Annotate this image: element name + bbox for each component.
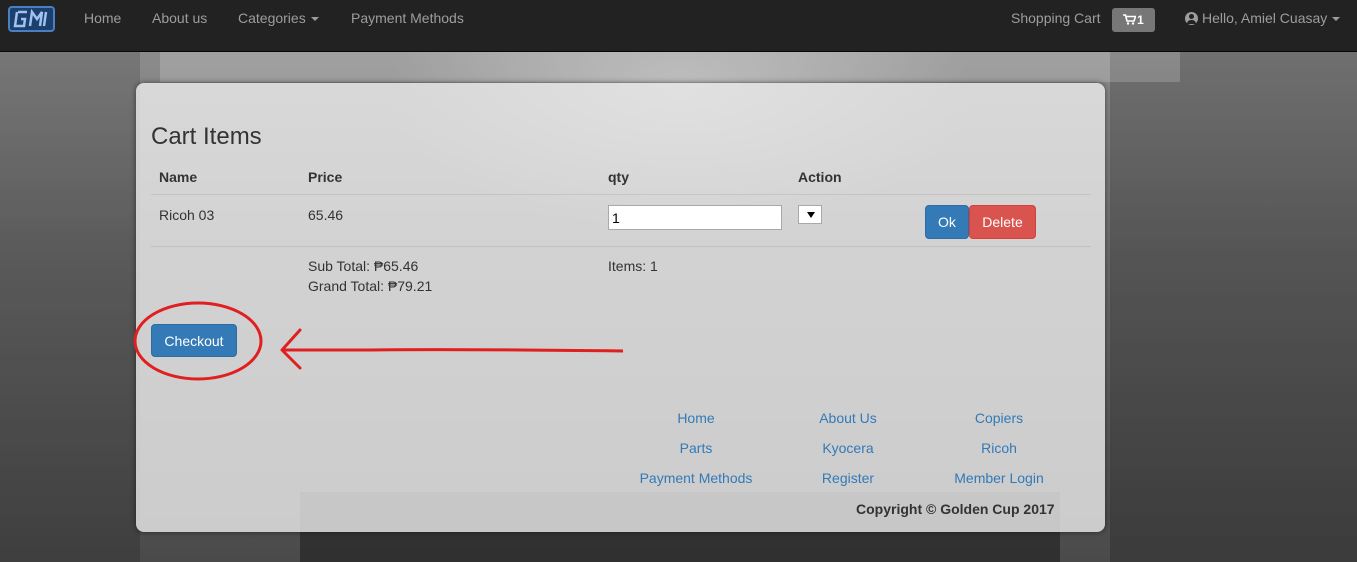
ok-button[interactable]: Ok (925, 205, 969, 239)
nav-about-link[interactable]: About us (152, 10, 207, 26)
column-header-price: Price (308, 169, 343, 185)
checkout-button[interactable]: Checkout (151, 324, 237, 357)
column-header-action: Action (798, 169, 842, 185)
table-divider (151, 246, 1091, 247)
nav-categories-dropdown[interactable]: Categories (238, 10, 319, 26)
user-greeting: Hello, Amiel Cuasay (1202, 10, 1328, 26)
footer-link-member-login[interactable]: Member Login (919, 470, 1079, 486)
item-price: 65.46 (308, 207, 344, 223)
shopping-cart-icon (1123, 8, 1137, 32)
page-title: Cart Items (151, 123, 262, 150)
user-circle-icon (1185, 12, 1198, 25)
caret-down-icon (310, 17, 319, 22)
footer-link-about-us[interactable]: About Us (768, 410, 928, 426)
quantity-input[interactable] (608, 205, 782, 230)
column-header-name: Name (159, 169, 198, 185)
top-navbar: Home About us Categories Payment Methods… (0, 0, 1357, 52)
cart-panel: Cart Items Name Price qty Action Ricoh 0… (136, 83, 1105, 532)
nav-home-link[interactable]: Home (84, 10, 121, 26)
action-select[interactable] (798, 205, 822, 224)
table-divider (151, 194, 1091, 195)
footer-link-home[interactable]: Home (616, 410, 776, 426)
footer-link-ricoh[interactable]: Ricoh (919, 440, 1079, 456)
footer-link-payment-methods[interactable]: Payment Methods (616, 470, 776, 486)
cart-count: 1 (1137, 13, 1144, 27)
grand-total: Grand Total: ₱79.21 (308, 278, 433, 294)
brand-logo[interactable] (8, 4, 55, 34)
nav-payment-methods-link[interactable]: Payment Methods (351, 10, 464, 26)
column-header-qty: qty (608, 169, 629, 185)
sub-total: Sub Total: ₱65.46 (308, 258, 419, 274)
nav-categories-label: Categories (238, 10, 306, 26)
footer-link-kyocera[interactable]: Kyocera (768, 440, 928, 456)
footer-link-copiers[interactable]: Copiers (919, 410, 1079, 426)
footer-link-register[interactable]: Register (768, 470, 928, 486)
shopping-cart-link[interactable]: Shopping Cart (1011, 10, 1101, 26)
delete-button[interactable]: Delete (969, 205, 1036, 239)
user-menu-dropdown[interactable]: Hello, Amiel Cuasay (1185, 10, 1341, 26)
items-count: Items: 1 (608, 258, 658, 274)
cart-count-badge[interactable]: 1 (1112, 8, 1155, 32)
footer-link-parts[interactable]: Parts (616, 440, 776, 456)
copyright-text: Copyright © Golden Cup 2017 (856, 501, 1055, 517)
item-name: Ricoh 03 (159, 207, 215, 223)
caret-down-icon (1332, 17, 1341, 22)
dropdown-arrow-icon (807, 212, 815, 218)
